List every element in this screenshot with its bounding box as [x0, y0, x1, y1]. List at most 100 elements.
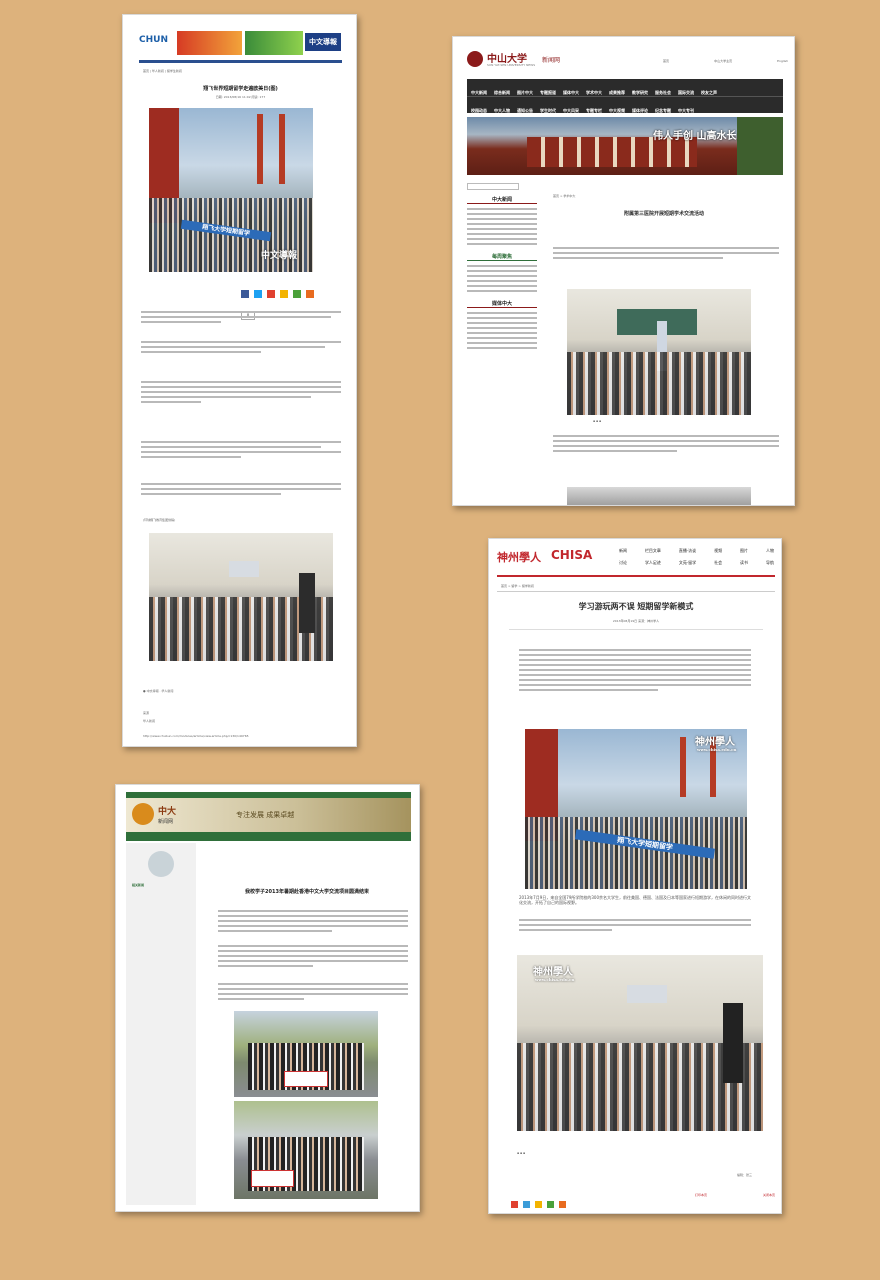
article-card-sysu: 中山大学 新闻网 SUN YAT-SEN UNIVERSITY NEWS 首页 … [452, 36, 795, 506]
footer-tag[interactable]: 华人新闻 [143, 719, 155, 723]
editor-line: 编辑：张三 [737, 1173, 753, 1177]
hero-slogan: 伟人手创 山高水长 [653, 131, 737, 142]
sidebar: 相关新闻 [126, 843, 196, 1205]
article-card-cuhk-exchange: 中大 新闻网 专注发展 成果卓越 相关新闻 我校学子2013年暑期赴香港中文大学… [115, 784, 420, 1212]
main-nav[interactable] [126, 832, 411, 841]
nav-item[interactable]: 中大人物 [494, 108, 510, 114]
sidebar-heading-news: 中大新闻 [467, 196, 537, 204]
breadcrumb[interactable]: 首页 > 留学 > 留学新闻 [501, 584, 534, 588]
nav-row-1: 新闻 栏目文章 直播·访谈 视频 图片 人物 [619, 549, 774, 553]
tencent-weibo-icon[interactable] [523, 1201, 531, 1208]
close-link[interactable]: 关闭本页 [763, 1193, 775, 1197]
article-body-para-2 [519, 919, 751, 934]
nav-item[interactable]: 中大风采 [563, 108, 579, 114]
breadcrumb[interactable]: 首页 | 华人新闻 | 留学生新闻 [143, 69, 182, 73]
top-links: 首页 中山大学主页 English [663, 59, 788, 63]
sidebar: 中大新闻 每周聚焦 媒体中大 [467, 183, 537, 352]
article-body-para-3 [141, 381, 341, 406]
search-input[interactable] [467, 183, 519, 190]
site-header: 中大 新闻网 专注发展 成果卓越 [126, 798, 411, 832]
brand-badge[interactable]: 中文導報 [305, 33, 341, 51]
twitter-icon[interactable] [254, 290, 263, 298]
nav-item[interactable]: 中大视频 [609, 108, 625, 114]
site-logo-icon[interactable] [132, 803, 154, 825]
top-link-univ[interactable]: 中山大学主页 [714, 59, 732, 63]
nav-item[interactable]: 通知公告 [517, 108, 533, 114]
site-logo[interactable]: CHUN [139, 35, 168, 45]
nav-item[interactable]: 图片 [740, 549, 748, 553]
photo-watermark-url-2: www.chisa.edu.cn [535, 977, 575, 982]
nav-item[interactable]: 文苑·留学 [679, 561, 696, 565]
footer-url[interactable]: http://www.chubun.com/modules/article/vi… [143, 734, 249, 738]
nav-item[interactable]: 纪念专题 [655, 108, 671, 114]
header-slogan: 专注发展 成果卓越 [236, 811, 295, 819]
photo-partial [567, 487, 751, 505]
top-link-home[interactable]: 首页 [663, 59, 669, 63]
nav-item[interactable]: 媒体评论 [632, 108, 648, 114]
page-background: { "colors": { "background": "#ddb27c", "… [0, 0, 880, 1280]
qzone-icon[interactable] [280, 290, 289, 298]
header-divider [497, 575, 775, 577]
photo-watermark-2: 神州學人 [533, 967, 573, 978]
article-title: 附属第三医院开展短期学术交流活动 [623, 211, 704, 217]
nav-item[interactable]: 中大专刊 [678, 108, 694, 114]
photo-watermark: 中文導報 [261, 251, 298, 261]
photo-group-university-gate [234, 1101, 378, 1199]
footer-link[interactable]: ● 中文導報 · 华人新闻 [143, 689, 173, 693]
nav-item[interactable]: 校园动态 [471, 108, 487, 114]
wechat-icon[interactable] [293, 290, 302, 298]
nav-item[interactable]: 直播·访谈 [679, 549, 696, 553]
article-title: 我校学子2013年暑期赴香港中文大学交流项目圆满结束 [245, 889, 369, 895]
share-more-icon[interactable] [559, 1201, 567, 1208]
renren-icon[interactable] [547, 1201, 555, 1208]
nav-item[interactable]: 读书 [740, 561, 748, 565]
photo-lecture [567, 289, 751, 415]
article-card-chubun: CHUN 中文導報 首页 | 华人新闻 | 留学生新闻 翔飞世界短期留学走遍欧美… [122, 14, 357, 747]
article-footnote: ▪ ▪ ▪ [517, 1151, 526, 1155]
qzone-icon[interactable] [535, 1201, 543, 1208]
nav-item[interactable]: 讨论 [619, 561, 627, 565]
facebook-icon[interactable] [241, 290, 249, 298]
article-body-para-3 [218, 983, 408, 1003]
sidebar-focus-list[interactable] [467, 265, 537, 292]
site-logo-en: SUN YAT-SEN UNIVERSITY NEWS [487, 63, 536, 67]
photo-group-campus [234, 1011, 378, 1097]
nav-item[interactable]: 学生时代 [540, 108, 556, 114]
footer-actions: 打印本页 关闭本页 [695, 1193, 775, 1197]
ad-banner-left[interactable] [177, 31, 242, 55]
site-logo-en[interactable]: CHISA [551, 548, 592, 562]
sidebar-item-related[interactable]: 相关新闻 [132, 883, 144, 887]
top-link-english[interactable]: English [777, 59, 788, 63]
article-body-para-1 [519, 649, 751, 694]
article-body-para-2 [553, 435, 779, 455]
print-link[interactable]: 打印本页 [695, 1193, 707, 1197]
article-body-para-1 [218, 910, 408, 935]
article-body-para-1 [553, 247, 779, 262]
photo-golden-gate-group: 翔飞大学短期留学 神州學人 www.chisa.edu.cn [525, 729, 747, 889]
nav-item[interactable]: 视频 [714, 549, 722, 553]
article-body-para-4 [141, 441, 341, 461]
sidebar-media-list[interactable] [467, 312, 537, 349]
article-caption: (环球翔飞教育集团供稿) [143, 518, 176, 522]
breadcrumb[interactable]: 首页 > 学术中大 [553, 194, 575, 198]
share-plus-icon[interactable] [306, 290, 315, 298]
nav-item[interactable]: 学人足迹 [645, 561, 661, 565]
main-nav-row-2: 校园动态 中大人物 通知公告 学生时代 中大风采 专题专栏 中大视频 媒体评论 纪念专题 中大专刊 [467, 96, 783, 113]
nav-item[interactable]: 新闻 [619, 549, 627, 553]
nav-item[interactable]: 栏目文章 [645, 549, 661, 553]
article-meta: 2013年08月19日 来源：神州学人 [612, 619, 660, 623]
site-logo[interactable]: 中大 [158, 804, 176, 817]
nav-row-2: 讨论 学人足迹 文苑·留学 社会 读书 导航 [619, 561, 774, 565]
sidebar-news-list[interactable] [467, 208, 537, 245]
weibo-icon[interactable] [511, 1201, 518, 1208]
university-seal-icon[interactable] [467, 51, 483, 67]
photo-caption: ▪ ▪ ▪ [593, 419, 602, 423]
weibo-icon[interactable] [267, 290, 276, 298]
ad-banner-right[interactable] [245, 31, 303, 55]
nav-item[interactable]: 专题专栏 [586, 108, 602, 114]
nav-item[interactable]: 社会 [714, 561, 722, 565]
nav-item[interactable]: 导航 [766, 561, 774, 565]
article-title: 翔飞世界短期留学走遍欧美日(图) [203, 86, 278, 92]
site-logo[interactable]: 神州學人 [497, 549, 541, 565]
nav-item[interactable]: 人物 [766, 549, 774, 553]
